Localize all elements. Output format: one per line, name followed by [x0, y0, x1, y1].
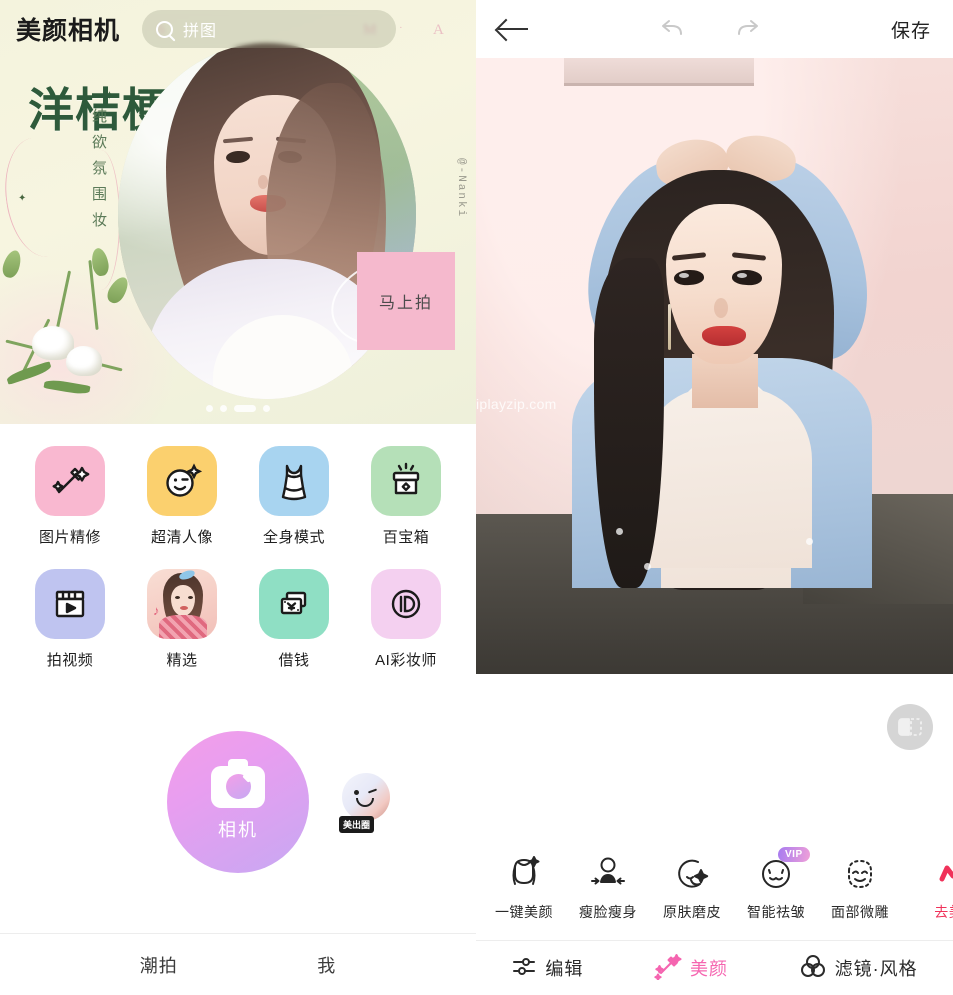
- tool-one-tap-beauty[interactable]: 一键美颜: [482, 852, 566, 922]
- tool-remove-beautify[interactable]: 去美化: [914, 852, 953, 922]
- feature-grid: 图片精修 超清人像 全身模式 百宝箱 拍视频 ♪ 精选 借钱 AI彩妆师: [0, 424, 476, 670]
- nav-item-beauty[interactable]: 美颜: [654, 952, 728, 985]
- face-sculpt-icon: [841, 852, 879, 896]
- tool-slim-face-body[interactable]: 瘦脸瘦身: [566, 852, 650, 922]
- ai-makeup-icon: [371, 569, 441, 639]
- grid-item-hd-portrait[interactable]: 超清人像: [126, 446, 238, 547]
- grid-item-label: 全身模式: [262, 529, 325, 546]
- winking-face-icon: [342, 772, 390, 821]
- skin-smooth-icon: [673, 852, 711, 896]
- home-panel: S M · A ✦ ✦ 洋桔梗 纯欲氛围妆 @-Nanki 马上拍 美颜相机 拼…: [0, 0, 476, 995]
- nav-item-chaopai[interactable]: 潮拍: [140, 952, 178, 978]
- pagination-dot[interactable]: [220, 405, 227, 412]
- search-icon: [156, 20, 174, 38]
- home-topbar: 美颜相机 拼图: [0, 0, 476, 58]
- pagination-dot-active[interactable]: [234, 405, 256, 412]
- grid-item-borrow-money[interactable]: 借钱: [238, 569, 350, 670]
- camera-area: 相机 美出圈: [0, 670, 476, 933]
- beauty-tools-row: 一键美颜 瘦脸瘦身 原肤磨皮 VIP 智能祛皱 面部微雕 去: [476, 847, 953, 922]
- grid-item-label: 图片精修: [38, 529, 101, 546]
- meichuquan-label: 美出圈: [339, 815, 375, 833]
- banner-subtitle: 纯欲氛围妆: [90, 108, 106, 238]
- grid-item-featured[interactable]: ♪ 精选: [126, 569, 238, 670]
- grid-item-photo-retouch[interactable]: 图片精修: [14, 446, 126, 547]
- camera-icon: [211, 758, 265, 808]
- grid-item-label: 超清人像: [150, 529, 213, 546]
- tool-label: 面部微雕: [831, 904, 889, 920]
- nav-item-edit[interactable]: 编辑: [511, 953, 583, 984]
- redo-arrow-icon[interactable]: [731, 17, 763, 41]
- promo-banner[interactable]: S M · A ✦ ✦ 洋桔梗 纯欲氛围妆 @-Nanki 马上拍 美颜相机 拼…: [0, 0, 476, 424]
- remove-beautify-icon: [936, 852, 953, 896]
- editor-bottom-nav: 编辑 美颜 滤镜·风格: [476, 940, 953, 995]
- grid-item-label: 百宝箱: [382, 529, 430, 546]
- dress-icon: [259, 446, 329, 516]
- grid-item-label: 精选: [166, 652, 198, 669]
- undo-arrow-icon[interactable]: [657, 17, 689, 41]
- grid-item-record-video[interactable]: 拍视频: [14, 569, 126, 670]
- one-tap-beauty-icon: [506, 852, 542, 896]
- camera-button[interactable]: 相机: [167, 730, 309, 873]
- back-arrow-icon[interactable]: [498, 18, 528, 40]
- editor-topbar: 保存: [476, 0, 953, 58]
- tool-label: 一键美颜: [495, 904, 553, 920]
- pagination-dot[interactable]: [206, 405, 213, 412]
- money-yuan-icon: [259, 569, 329, 639]
- magic-wand-icon: [654, 952, 682, 985]
- photo-canvas[interactable]: iplayzip.com: [476, 58, 953, 674]
- search-input-value: 拼图: [183, 23, 218, 40]
- video-clapper-icon: [35, 569, 105, 639]
- grid-item-treasure-box[interactable]: 百宝箱: [350, 446, 462, 547]
- magic-wand-icon: [35, 446, 105, 516]
- nav-item-label: 美颜: [689, 959, 728, 979]
- treasure-box-icon: [371, 446, 441, 516]
- shoot-now-badge-label: 马上拍: [378, 295, 433, 312]
- grid-item-fullbody-mode[interactable]: 全身模式: [238, 446, 350, 547]
- app-title: 美颜相机: [16, 17, 121, 45]
- editor-panel: 保存 iplayzip.com 一键美颜 瘦脸瘦身 原肤磨皮 VIP 智能祛皱 …: [476, 0, 953, 995]
- nav-item-label: 编辑: [545, 959, 584, 979]
- slim-face-body-icon: [588, 852, 628, 896]
- grid-item-ai-makeup[interactable]: AI彩妆师: [350, 569, 462, 670]
- filter-circles-icon: [799, 953, 827, 984]
- photo-watermark: iplayzip.com: [476, 396, 557, 412]
- camera-button-label: 相机: [218, 819, 258, 840]
- save-button[interactable]: 保存: [891, 16, 931, 43]
- tools-zone: 一键美颜 瘦脸瘦身 原肤磨皮 VIP 智能祛皱 面部微雕 去: [476, 674, 953, 940]
- meichuquan-entry[interactable]: 美出圈: [337, 772, 395, 833]
- pagination-dot[interactable]: [263, 405, 270, 412]
- nav-item-me[interactable]: 我: [317, 952, 336, 978]
- tool-label: 原肤磨皮: [663, 904, 721, 920]
- nav-item-filter-style[interactable]: 滤镜·风格: [799, 953, 918, 984]
- grid-item-label: 拍视频: [46, 652, 94, 669]
- search-input[interactable]: 拼图: [142, 10, 397, 48]
- tool-label: 智能祛皱: [747, 904, 805, 920]
- sparkle-icon: ✦: [18, 193, 27, 204]
- grid-item-label: AI彩妆师: [375, 652, 437, 669]
- before-after-compare-icon[interactable]: [887, 704, 933, 750]
- grid-item-label: 借钱: [278, 652, 310, 669]
- tool-label: 瘦脸瘦身: [579, 904, 637, 920]
- tool-face-sculpt[interactable]: 面部微雕: [818, 852, 902, 922]
- tool-label: 去美化: [934, 904, 953, 920]
- banner-pagination[interactable]: [0, 405, 476, 412]
- smiley-face-icon: [147, 446, 217, 516]
- home-bottom-nav: 潮拍 我: [0, 933, 476, 995]
- vip-badge: VIP: [778, 847, 810, 862]
- tool-wrinkle-removal[interactable]: VIP 智能祛皱: [734, 847, 818, 922]
- photo-thumbnail-icon: ♪: [147, 569, 217, 639]
- shoot-now-badge[interactable]: 马上拍: [357, 252, 455, 350]
- sliders-icon: [511, 953, 537, 984]
- photographer-credit: @-Nanki: [455, 158, 467, 219]
- tool-skin-smooth[interactable]: 原肤磨皮: [650, 852, 734, 922]
- nav-item-label: 滤镜·风格: [834, 959, 918, 979]
